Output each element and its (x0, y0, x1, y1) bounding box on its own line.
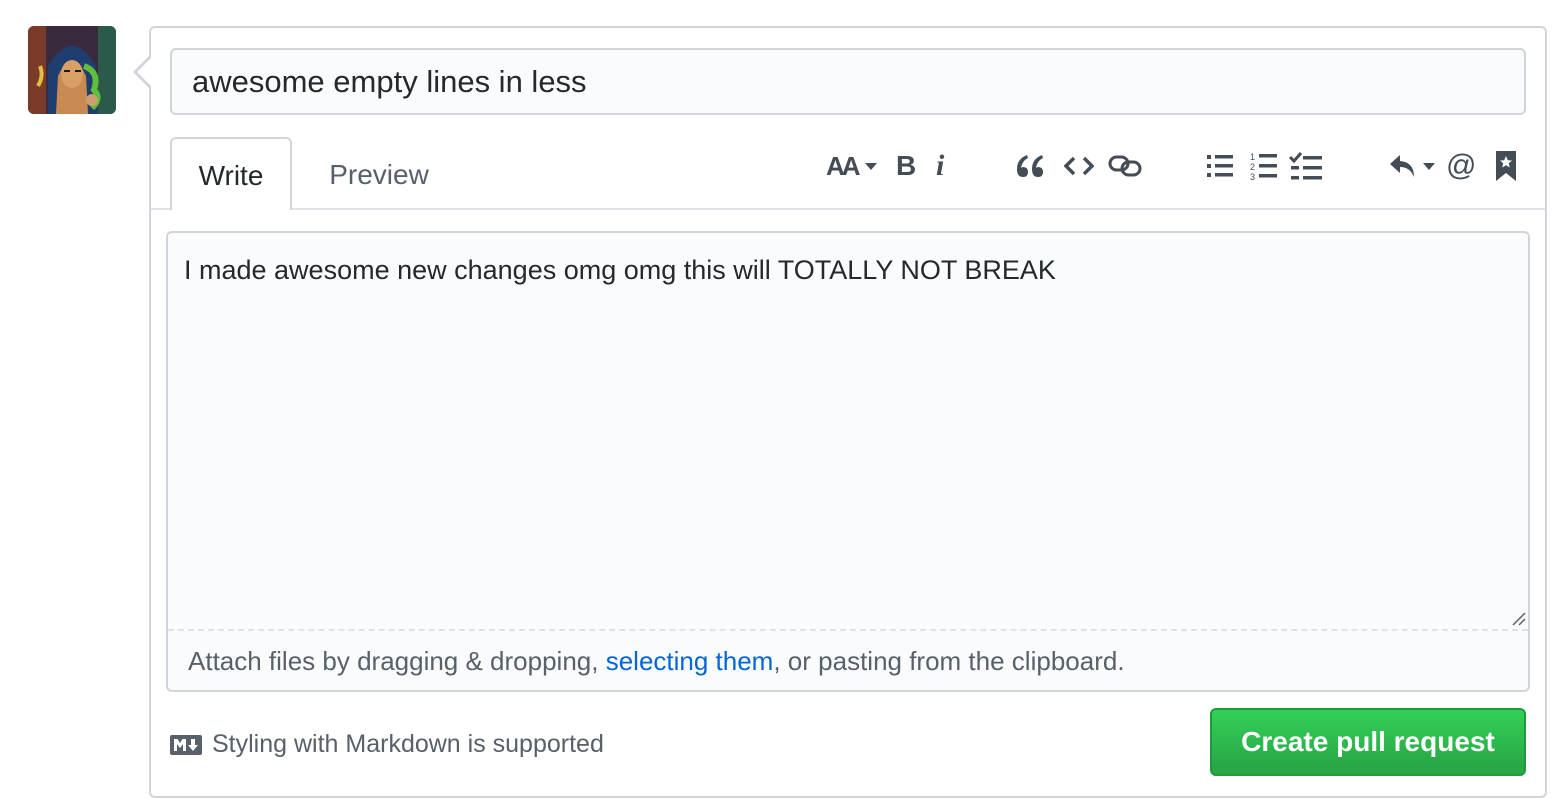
tab-preview-label: Preview (329, 158, 429, 190)
create-pull-request-button[interactable]: Create pull request (1210, 708, 1526, 776)
bold-icon[interactable]: B (896, 146, 916, 186)
comment-body-text[interactable]: I made awesome new changes omg omg this … (184, 255, 1056, 286)
title-input[interactable] (170, 48, 1526, 115)
select-files-link[interactable]: selecting them (606, 646, 774, 676)
numbered-list-icon[interactable]: 1 2 3 (1250, 146, 1278, 186)
svg-text:2: 2 (1250, 162, 1255, 172)
italic-icon[interactable]: i (936, 146, 944, 186)
tab-write[interactable]: Write (170, 137, 292, 210)
tab-write-label: Write (198, 159, 264, 191)
markdown-icon (170, 734, 202, 755)
text-size-icon[interactable]: AA (826, 146, 878, 186)
task-list-icon[interactable] (1288, 146, 1324, 186)
box-pointer-fill (137, 58, 151, 86)
attach-text-prefix: Attach files by dragging & dropping, (188, 646, 606, 676)
svg-text:1: 1 (1250, 152, 1255, 162)
chevron-down-icon (1423, 163, 1435, 170)
user-avatar[interactable] (28, 26, 116, 114)
link-icon[interactable] (1108, 146, 1142, 186)
reply-icon[interactable] (1388, 146, 1436, 186)
chevron-down-icon (864, 163, 877, 170)
tab-preview[interactable]: Preview (308, 137, 450, 210)
markdown-support-note[interactable]: Styling with Markdown is supported (170, 730, 604, 759)
svg-text:3: 3 (1250, 172, 1255, 181)
comment-body-textarea[interactable]: I made awesome new changes omg omg this … (166, 231, 1530, 692)
resize-handle-icon[interactable] (1510, 610, 1526, 626)
bookmark-icon[interactable] (1495, 146, 1517, 186)
code-icon[interactable] (1064, 146, 1094, 186)
bulleted-list-icon[interactable] (1206, 146, 1234, 186)
avatar-image (28, 26, 116, 114)
attach-text-suffix: , or pasting from the clipboard. (773, 646, 1125, 676)
quote-icon[interactable] (1015, 146, 1045, 186)
mention-icon[interactable]: @ (1446, 146, 1476, 186)
file-attach-bar[interactable]: Attach files by dragging & dropping, sel… (168, 629, 1528, 690)
markdown-note-text: Styling with Markdown is supported (212, 730, 604, 758)
